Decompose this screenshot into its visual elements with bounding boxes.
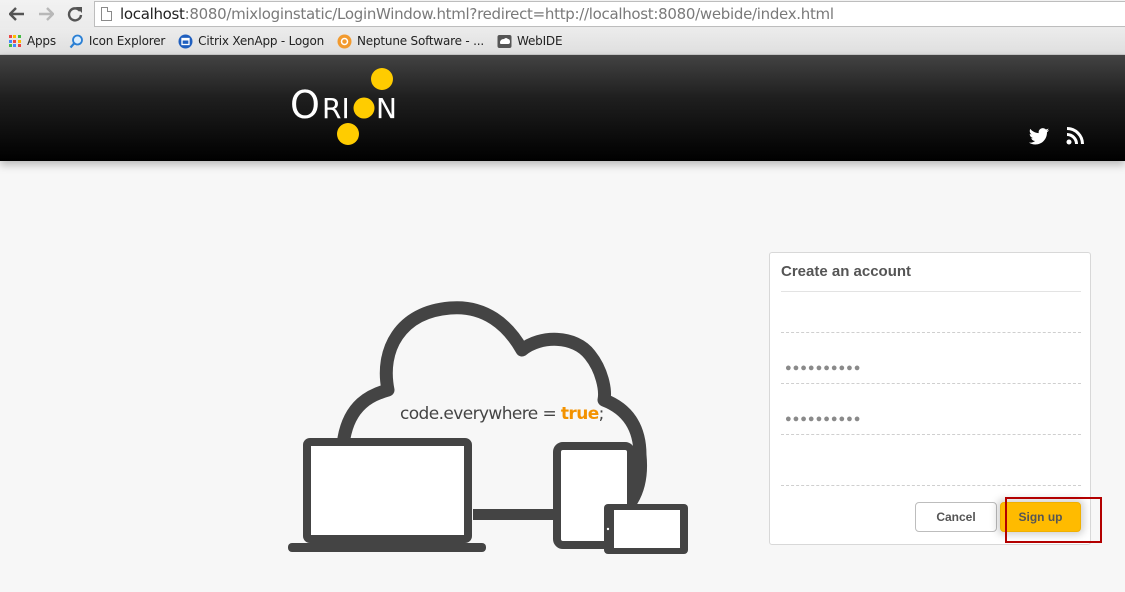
card-title: Create an account [781,263,912,280]
bookmarks-bar: Apps Icon Explorer Citrix XenApp - Logon… [0,28,1125,55]
browser-toolbar: localhost:8080/mixloginstatic/LoginWindo… [0,0,1125,28]
bookmark-label: Apps [27,34,56,48]
back-arrow-icon [9,7,24,21]
url-path: :8080/mixloginstatic/LoginWindow.html?re… [184,5,834,23]
address-bar[interactable]: localhost:8080/mixloginstatic/LoginWindo… [94,1,1125,27]
password-field[interactable] [781,352,1081,384]
logo-dot-top [371,68,393,90]
forward-button[interactable] [35,3,57,25]
site-header: O RI N [0,55,1125,161]
page-icon [101,7,112,21]
rss-link[interactable] [1066,127,1086,147]
logo-dot-bottom [337,123,359,145]
orion-logo[interactable]: O RI N [288,65,408,151]
bookmark-label: Neptune Software - ... [357,34,485,48]
create-account-card: Create an account Cancel Sign up [769,252,1091,545]
logo-letter-n: N [376,92,397,125]
tagline-code: code.everywhere = [400,404,561,424]
tagline: code.everywhere = true; [400,404,604,424]
confirm-password-field[interactable] [781,403,1081,435]
apps-grid-icon [7,34,22,49]
title-divider [781,291,1081,292]
twitter-link[interactable] [1028,127,1050,147]
tablet-landscape-button [606,527,610,531]
tablet-home-button [590,535,596,541]
username-field[interactable] [781,301,1081,333]
webide-icon [497,34,512,49]
reload-button[interactable] [64,3,86,25]
twitter-icon [1028,128,1050,145]
url-host: localhost [120,5,185,23]
back-button[interactable] [6,3,28,25]
rss-icon [1066,127,1084,145]
bookmark-icon-explorer[interactable]: Icon Explorer [69,34,165,49]
tagline-keyword: true [560,404,599,424]
laptop-screen [303,438,472,543]
bookmark-citrix[interactable]: Citrix XenApp - Logon [178,34,324,49]
laptop-base [288,543,486,552]
cancel-button[interactable]: Cancel [915,502,997,532]
forward-arrow-icon [39,7,54,21]
citrix-icon [178,34,193,49]
logo-letter-o: O [290,83,319,127]
bookmark-label: WebIDE [517,34,563,48]
bookmark-webide[interactable]: WebIDE [497,34,563,49]
tagline-semicolon: ; [598,404,605,424]
logo-dot-middle [353,97,375,119]
email-field[interactable] [781,454,1081,486]
tablet-landscape-screen [614,510,680,548]
reload-icon [67,7,83,22]
bookmark-neptune[interactable]: Neptune Software - ... [337,34,484,49]
magnifier-icon [69,34,84,49]
cloud-devices-illustration [280,290,700,560]
bookmark-label: Icon Explorer [88,34,166,48]
bookmark-label: Citrix XenApp - Logon [198,34,325,48]
device-connector [473,509,553,520]
sign-up-button[interactable]: Sign up [1000,502,1081,532]
logo-letters-ri: RI [322,92,350,125]
url-text[interactable]: localhost:8080/mixloginstatic/LoginWindo… [120,5,834,23]
neptune-icon [337,34,352,49]
bookmark-apps[interactable]: Apps [7,34,56,49]
